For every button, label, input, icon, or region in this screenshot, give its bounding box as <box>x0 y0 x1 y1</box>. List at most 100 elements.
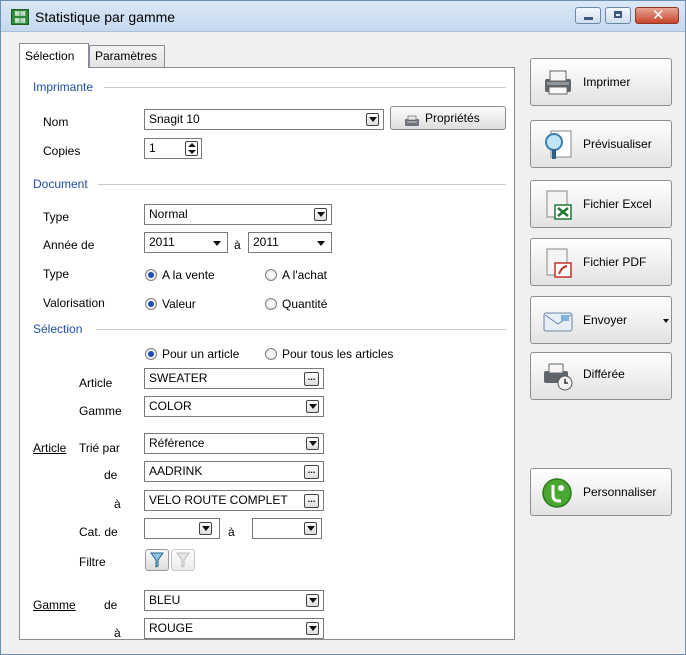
gamme-de-value: BLEU <box>149 593 181 607</box>
chevron-down-icon[interactable] <box>306 437 319 450</box>
imprimer-label: Imprimer <box>583 75 631 89</box>
de-input[interactable]: AADRINK <box>144 461 324 482</box>
cat-label: Cat. de <box>79 525 118 539</box>
article-label: Article <box>79 376 113 390</box>
window-title: Statistique par gamme <box>35 9 176 25</box>
quantite-label: Quantité <box>282 297 328 311</box>
chevron-down-icon[interactable] <box>306 622 319 635</box>
personnaliser-button[interactable]: Personnaliser <box>530 468 672 516</box>
browse-ellipsis-icon[interactable]: ... <box>304 465 319 479</box>
previsualiser-button[interactable]: Prévisualiser <box>530 120 672 168</box>
close-button[interactable]: ✕ <box>635 6 679 24</box>
proprietes-button[interactable]: Propriétés <box>390 106 506 130</box>
type2-label: Type <box>43 267 70 281</box>
pdf-label: Fichier PDF <box>583 255 647 269</box>
gamme-label: Gamme <box>79 404 122 418</box>
annee-from-value: 2011 <box>149 235 175 249</box>
customize-icon <box>541 477 575 509</box>
cat-sep-label: à <box>228 525 235 539</box>
quantite-radio[interactable] <box>265 298 277 310</box>
gamme-de-label: de <box>104 598 118 612</box>
printer-icon <box>541 67 575 99</box>
valeur-label: Valeur <box>162 297 196 311</box>
de-value: AADRINK <box>149 464 203 478</box>
tab-selection[interactable]: Sélection <box>19 43 89 68</box>
tab-parametres[interactable]: Paramètres <box>89 45 165 67</box>
un-article-radio[interactable] <box>145 348 157 360</box>
browse-ellipsis-icon[interactable]: ... <box>304 372 319 386</box>
excel-file-icon <box>541 189 575 221</box>
un-article-label: Pour un article <box>162 347 240 361</box>
tous-articles-label: Pour tous les articles <box>282 347 394 361</box>
envoyer-button[interactable]: Envoyer <box>530 296 672 344</box>
dropdown-arrow-icon[interactable] <box>663 319 669 323</box>
separator <box>96 329 506 330</box>
maximize-icon <box>614 11 622 18</box>
type-label: Type <box>43 210 70 224</box>
vente-label: A la vente <box>162 268 215 282</box>
filtre-label: Filtre <box>79 555 106 569</box>
article-value: SWEATER <box>149 371 208 385</box>
printer-name-select[interactable]: Snagit 10 <box>144 109 384 130</box>
chevron-down-icon[interactable] <box>304 522 317 535</box>
maximize-button[interactable] <box>605 7 631 24</box>
section-document: Document <box>33 177 88 191</box>
copies-spinner[interactable] <box>185 141 198 156</box>
separator <box>104 87 506 88</box>
annee-label: Année de <box>43 238 95 252</box>
annee-sep-label: à <box>234 238 241 252</box>
previsualiser-label: Prévisualiser <box>583 137 652 151</box>
gamme-select[interactable]: COLOR <box>144 396 324 417</box>
chevron-down-icon[interactable] <box>314 208 327 221</box>
filter-button[interactable] <box>145 549 169 571</box>
nom-label: Nom <box>43 115 69 129</box>
copies-label: Copies <box>43 144 81 158</box>
printer-name-value: Snagit 10 <box>149 112 200 126</box>
gamme-a-value: ROUGE <box>149 621 194 635</box>
minimize-icon <box>584 17 593 20</box>
separator <box>98 184 506 185</box>
browse-ellipsis-icon[interactable]: ... <box>304 494 319 508</box>
document-type-select[interactable]: Normal <box>144 204 332 225</box>
filter-funnel-icon <box>150 552 164 568</box>
excel-button[interactable]: Fichier Excel <box>530 180 672 228</box>
valeur-radio[interactable] <box>145 298 157 310</box>
trie-select[interactable]: Référence <box>144 433 324 454</box>
section-imprimante: Imprimante <box>33 80 94 94</box>
pdf-button[interactable]: Fichier PDF <box>530 238 672 286</box>
gamme-link[interactable]: Gamme <box>33 598 76 612</box>
pdf-file-icon <box>541 247 575 279</box>
copies-value: 1 <box>149 141 156 155</box>
chevron-down-icon[interactable] <box>306 400 319 413</box>
gamme-de-select[interactable]: BLEU <box>144 590 324 611</box>
achat-radio[interactable] <box>265 269 277 281</box>
chevron-down-icon[interactable] <box>306 594 319 607</box>
envoyer-label: Envoyer <box>583 313 628 327</box>
article-link[interactable]: Article <box>33 441 66 455</box>
tous-articles-radio[interactable] <box>265 348 277 360</box>
clear-filter-button[interactable] <box>171 549 195 571</box>
section-selection: Sélection <box>33 322 83 336</box>
personnaliser-label: Personnaliser <box>583 485 657 499</box>
proprietes-label: Propriétés <box>425 111 480 125</box>
imprimer-button[interactable]: Imprimer <box>530 58 672 106</box>
valorisation-label: Valorisation <box>43 296 105 310</box>
deferred-print-icon <box>541 361 575 393</box>
a-value: VELO ROUTE COMPLET <box>149 493 288 507</box>
a-input[interactable]: VELO ROUTE COMPLET <box>144 490 324 511</box>
clear-filter-icon <box>176 552 190 568</box>
gamme-value: COLOR <box>149 399 192 413</box>
gamme-a-label: à <box>114 626 121 640</box>
article-input[interactable]: SWEATER <box>144 368 324 389</box>
minimize-button[interactable] <box>575 7 601 24</box>
gamme-a-select[interactable]: ROUGE <box>144 618 324 639</box>
document-type-value: Normal <box>149 207 188 221</box>
chevron-down-icon <box>317 241 325 246</box>
chevron-down-icon[interactable] <box>199 522 212 535</box>
preview-magnifier-icon <box>541 129 575 161</box>
app-grid-icon: ▦▦ ▦▦ <box>11 9 29 25</box>
differee-button[interactable]: Différée <box>530 352 672 400</box>
chevron-down-icon[interactable] <box>366 113 379 126</box>
title-bar: ▦▦ ▦▦ Statistique par gamme ✕ <box>1 1 685 32</box>
vente-radio[interactable] <box>145 269 157 281</box>
